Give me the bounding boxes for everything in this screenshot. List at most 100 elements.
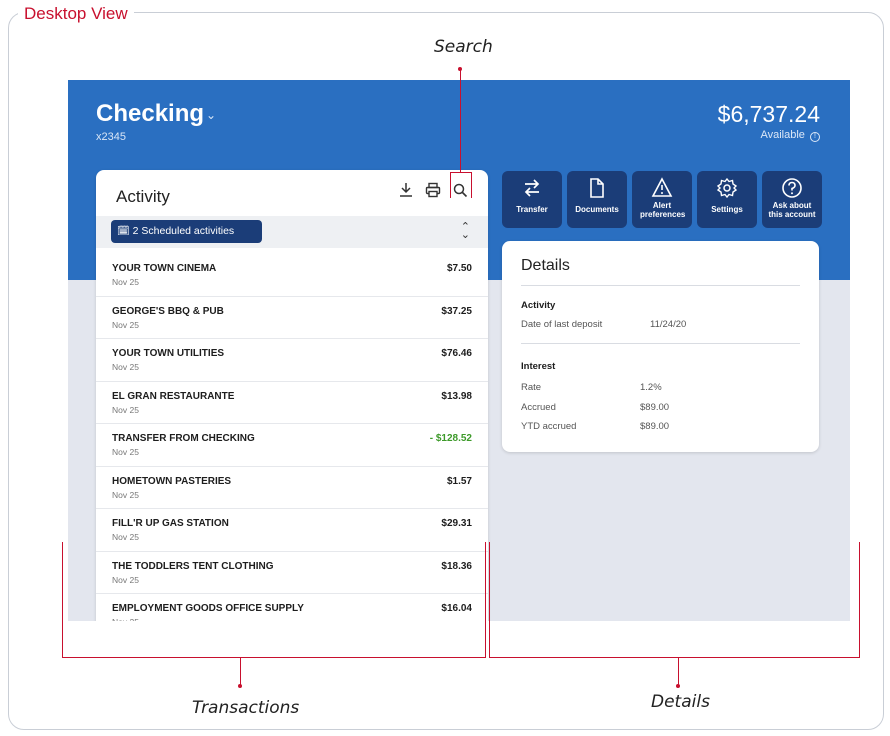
activity-card: Activity 🗓 2 Scheduled activities ⌃ ⌄ YOU… [96,170,488,621]
transaction-name: YOUR TOWN UTILITIES [112,348,225,359]
transaction-date: Nov 25 [112,362,139,372]
document-icon [567,177,627,201]
last-deposit-value: 11/24/20 [650,319,687,330]
details-divider [521,343,800,344]
settings-button[interactable]: Settings [697,171,757,228]
transaction-name: EMPLOYMENT GOODS OFFICE SUPPLY [112,603,304,614]
gear-icon [697,177,757,201]
details-bracket-left [489,542,490,658]
transaction-amount: $16.04 [441,603,472,614]
transaction-row[interactable]: TRANSFER FROM CHECKING Nov 25 - $128.52 [96,424,488,467]
interest-section-label: Interest [521,361,556,372]
transaction-amount: $1.57 [446,475,472,487]
transaction-amount: $76.46 [441,348,472,359]
transaction-date: Nov 25 [112,532,139,542]
transaction-row[interactable]: YOUR TOWN UTILITIES Nov 25 $76.46 [96,339,488,382]
transactions-annotation: Transactions [192,698,300,718]
transaction-amount: $29.31 [441,518,472,529]
last-deposit-label: Date of last deposit [521,319,603,330]
account-balance: $6,737.24 [717,101,820,127]
transactions-callout-dot [238,684,242,688]
search-highlight-box-right [471,172,472,198]
transaction-row[interactable]: YOUR TOWN CINEMA Nov 25 $7.50 [96,254,488,297]
calendar-icon: 🗓 [117,226,130,237]
transaction-row[interactable]: GEORGE'S BBQ & PUB Nov 25 $37.25 [96,297,488,339]
details-bracket-bottom [489,657,860,658]
transactions-bracket-left [62,542,63,658]
transaction-date: Nov 25 [112,574,139,585]
search-icon[interactable] [450,182,470,204]
transaction-amount: $13.98 [441,390,472,402]
search-annotation: Search [434,37,493,57]
transfer-icon [502,177,562,201]
transaction-name: HOMETOWN PASTERIES [112,475,232,487]
available-text: Available [760,129,805,141]
alert-preferences-button[interactable]: Alert preferences [632,171,692,228]
details-bracket-right [859,542,860,658]
available-label: Available ! [760,129,820,142]
accrued-label: Accrued [521,402,556,413]
rate-label: Rate [521,382,542,393]
transaction-date: Nov 25 [112,404,139,415]
frame-title: Desktop View [18,4,134,24]
banking-app: Checking ⌄ x2345 $6,737.24 Available ! A… [68,80,850,621]
transaction-name: FILL'R UP GAS STATION [112,518,229,529]
transactions-bracket-bottom [62,657,486,658]
details-annotation: Details [651,692,710,712]
transaction-row[interactable]: EMPLOYMENT GOODS OFFICE SUPPLY Nov 25 $16.… [96,594,488,621]
documents-label: Documents [575,205,619,214]
transaction-row[interactable]: EL GRAN RESTAURANTE Nov 25 $13.98 [96,382,488,424]
account-name[interactable]: Checking [96,100,204,128]
print-icon[interactable] [423,182,443,204]
transaction-amount: $18.36 [441,560,472,572]
transfer-button[interactable]: Transfer [502,171,562,228]
transaction-list: YOUR TOWN CINEMA Nov 25 $7.50 GEORGE'S BBQ … [96,254,488,621]
info-icon[interactable]: ! [810,132,820,142]
expand-collapse-icon[interactable]: ⌃ ⌄ [461,222,470,241]
transactions-bracket-right [485,542,486,658]
download-icon[interactable] [396,182,416,204]
activity-section-label: Activity [521,300,556,311]
alert-preferences-label: Alert preferences [640,201,686,219]
account-actions: Transfer Documents Alert preferences Set… [502,171,822,228]
transaction-date: Nov 25 [112,617,139,621]
scheduled-activities-row: 🗓 2 Scheduled activities ⌃ ⌄ [96,216,488,248]
transaction-amount: - $128.52 [429,433,472,444]
chevron-down-icon[interactable]: ⌄ [206,108,216,122]
transaction-name: TRANSFER FROM CHECKING [112,433,255,444]
account-number: x2345 [96,131,126,143]
transaction-date: Nov 25 [112,489,139,500]
transaction-name: YOUR TOWN CINEMA [112,263,217,274]
transaction-row[interactable]: THE TODDLERS TENT CLOTHING Nov 25 $18.36 [96,552,488,594]
details-callout-dot [676,684,680,688]
transaction-name: THE TODDLERS TENT CLOTHING [112,560,274,572]
details-callout-line [678,657,679,685]
activity-title: Activity [116,187,170,206]
search-callout-line [460,69,461,172]
documents-button[interactable]: Documents [567,171,627,228]
search-highlight-box-left [450,172,451,198]
transactions-callout-line [240,657,241,685]
details-divider [521,285,800,286]
help-icon [762,177,822,201]
rate-value: 1.2% [640,382,662,393]
transaction-date: Nov 25 [112,277,139,287]
ask-about-label: Ask about this account [768,201,816,219]
transaction-row[interactable]: HOMETOWN PASTERIES Nov 25 $1.57 [96,467,488,509]
transaction-amount: $37.25 [441,305,472,317]
transaction-name: EL GRAN RESTAURANTE [112,390,235,402]
transfer-label: Transfer [516,205,548,214]
details-card: Details Activity Date of last deposit 11… [502,241,819,452]
scheduled-label: 2 Scheduled activities [132,225,235,237]
ytd-accrued-label: YTD accrued [521,421,577,432]
search-highlight-box-top [450,172,472,173]
ask-about-account-button[interactable]: Ask about this account [762,171,822,228]
accrued-value: $89.00 [640,402,670,413]
transaction-date: Nov 25 [112,447,139,457]
alert-icon [632,177,692,201]
details-title: Details [521,257,570,274]
transaction-row[interactable]: FILL'R UP GAS STATION Nov 25 $29.31 [96,509,488,552]
settings-label: Settings [711,205,743,214]
ytd-accrued-value: $89.00 [640,421,670,432]
scheduled-activities-button[interactable]: 🗓 2 Scheduled activities [111,220,262,243]
